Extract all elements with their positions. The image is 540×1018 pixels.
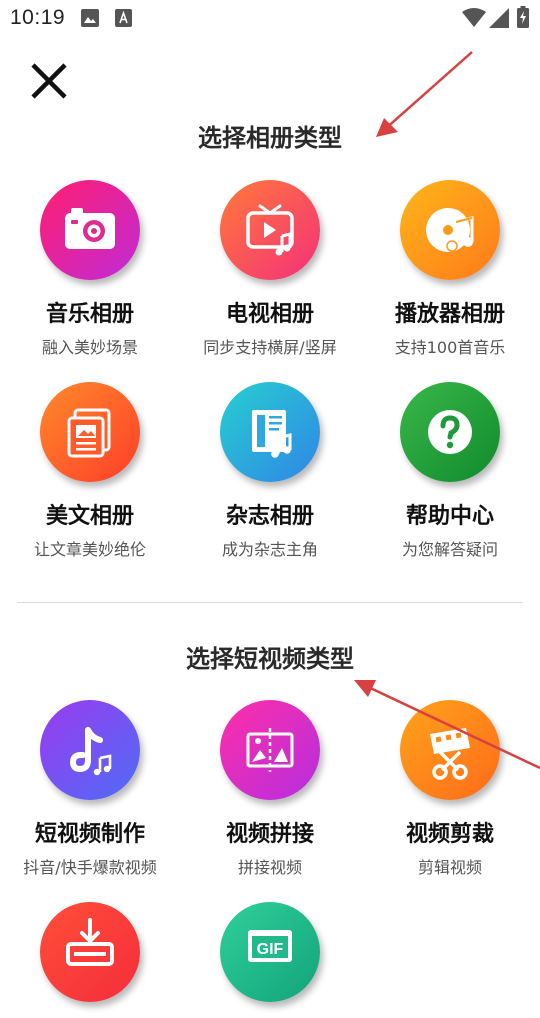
signal-icon (489, 8, 509, 32)
grid-item-magazine-album[interactable]: 杂志相册 成为杂志主角 (180, 382, 360, 560)
close-icon (31, 63, 67, 99)
svg-text:GIF: GIF (257, 941, 284, 958)
grid-item-short-video[interactable]: 短视频制作 抖音/快手爆款视频 (0, 700, 180, 878)
item-title: 美文相册 (45, 504, 134, 529)
album-section-title: 选择相册类型 (198, 124, 342, 152)
grid-item-gif[interactable]: GIF (180, 902, 360, 1018)
item-title: 帮助中心 (405, 504, 494, 529)
item-subtitle: 支持100首音乐 (394, 338, 506, 357)
image-notification-icon (81, 9, 99, 31)
a-text-notification-icon (115, 9, 132, 31)
video-section-title: 选择短视频类型 (186, 645, 354, 673)
item-title: 杂志相册 (225, 504, 314, 529)
item-subtitle: 剪辑视频 (417, 858, 482, 877)
help-question-icon (400, 382, 500, 482)
item-title: 短视频制作 (34, 822, 145, 847)
section-divider (17, 602, 523, 603)
grid-item-article-album[interactable]: 美文相册 让文章美妙绝伦 (0, 382, 180, 560)
item-subtitle: 融入美妙场景 (41, 338, 138, 357)
scissors-film-icon (400, 700, 500, 800)
item-subtitle: 拼接视频 (237, 858, 302, 877)
item-subtitle: 让文章美妙绝伦 (33, 540, 146, 559)
item-subtitle: 为您解答疑问 (401, 540, 498, 559)
wifi-icon (462, 8, 486, 32)
status-bar: 10:19 (0, 0, 540, 36)
item-title: 播放器相册 (394, 302, 505, 327)
grid-item-music-album[interactable]: 音乐相册 融入美妙场景 (0, 180, 180, 358)
item-title: 视频拼接 (225, 822, 314, 847)
item-subtitle: 抖音/快手爆款视频 (23, 858, 157, 877)
article-icon (40, 382, 140, 482)
tv-music-icon (220, 180, 320, 280)
grid-item-player-album[interactable]: 播放器相册 支持100首音乐 (360, 180, 540, 358)
gif-icon: GIF (220, 902, 320, 1002)
grid-item-video-stitch[interactable]: 视频拼接 拼接视频 (180, 700, 360, 878)
magazine-music-icon (220, 382, 320, 482)
close-button[interactable] (28, 60, 70, 102)
download-icon (40, 902, 140, 1002)
item-title: 音乐相册 (45, 302, 134, 327)
status-time: 10:19 (10, 6, 66, 29)
grid-item-download[interactable] (0, 902, 180, 1018)
camera-icon (40, 180, 140, 280)
item-title: 视频剪裁 (405, 822, 494, 847)
music-disc-icon (400, 180, 500, 280)
grid-item-video-crop[interactable]: 视频剪裁 剪辑视频 (360, 700, 540, 878)
item-title: 电视相册 (225, 302, 314, 327)
item-subtitle: 同步支持横屏/竖屏 (203, 338, 337, 357)
item-subtitle: 成为杂志主角 (221, 540, 318, 559)
video-stitch-icon (220, 700, 320, 800)
tiktok-note-icon (40, 700, 140, 800)
battery-charging-icon (517, 6, 529, 32)
grid-item-help-center[interactable]: 帮助中心 为您解答疑问 (360, 382, 540, 560)
grid-item-tv-album[interactable]: 电视相册 同步支持横屏/竖屏 (180, 180, 360, 358)
